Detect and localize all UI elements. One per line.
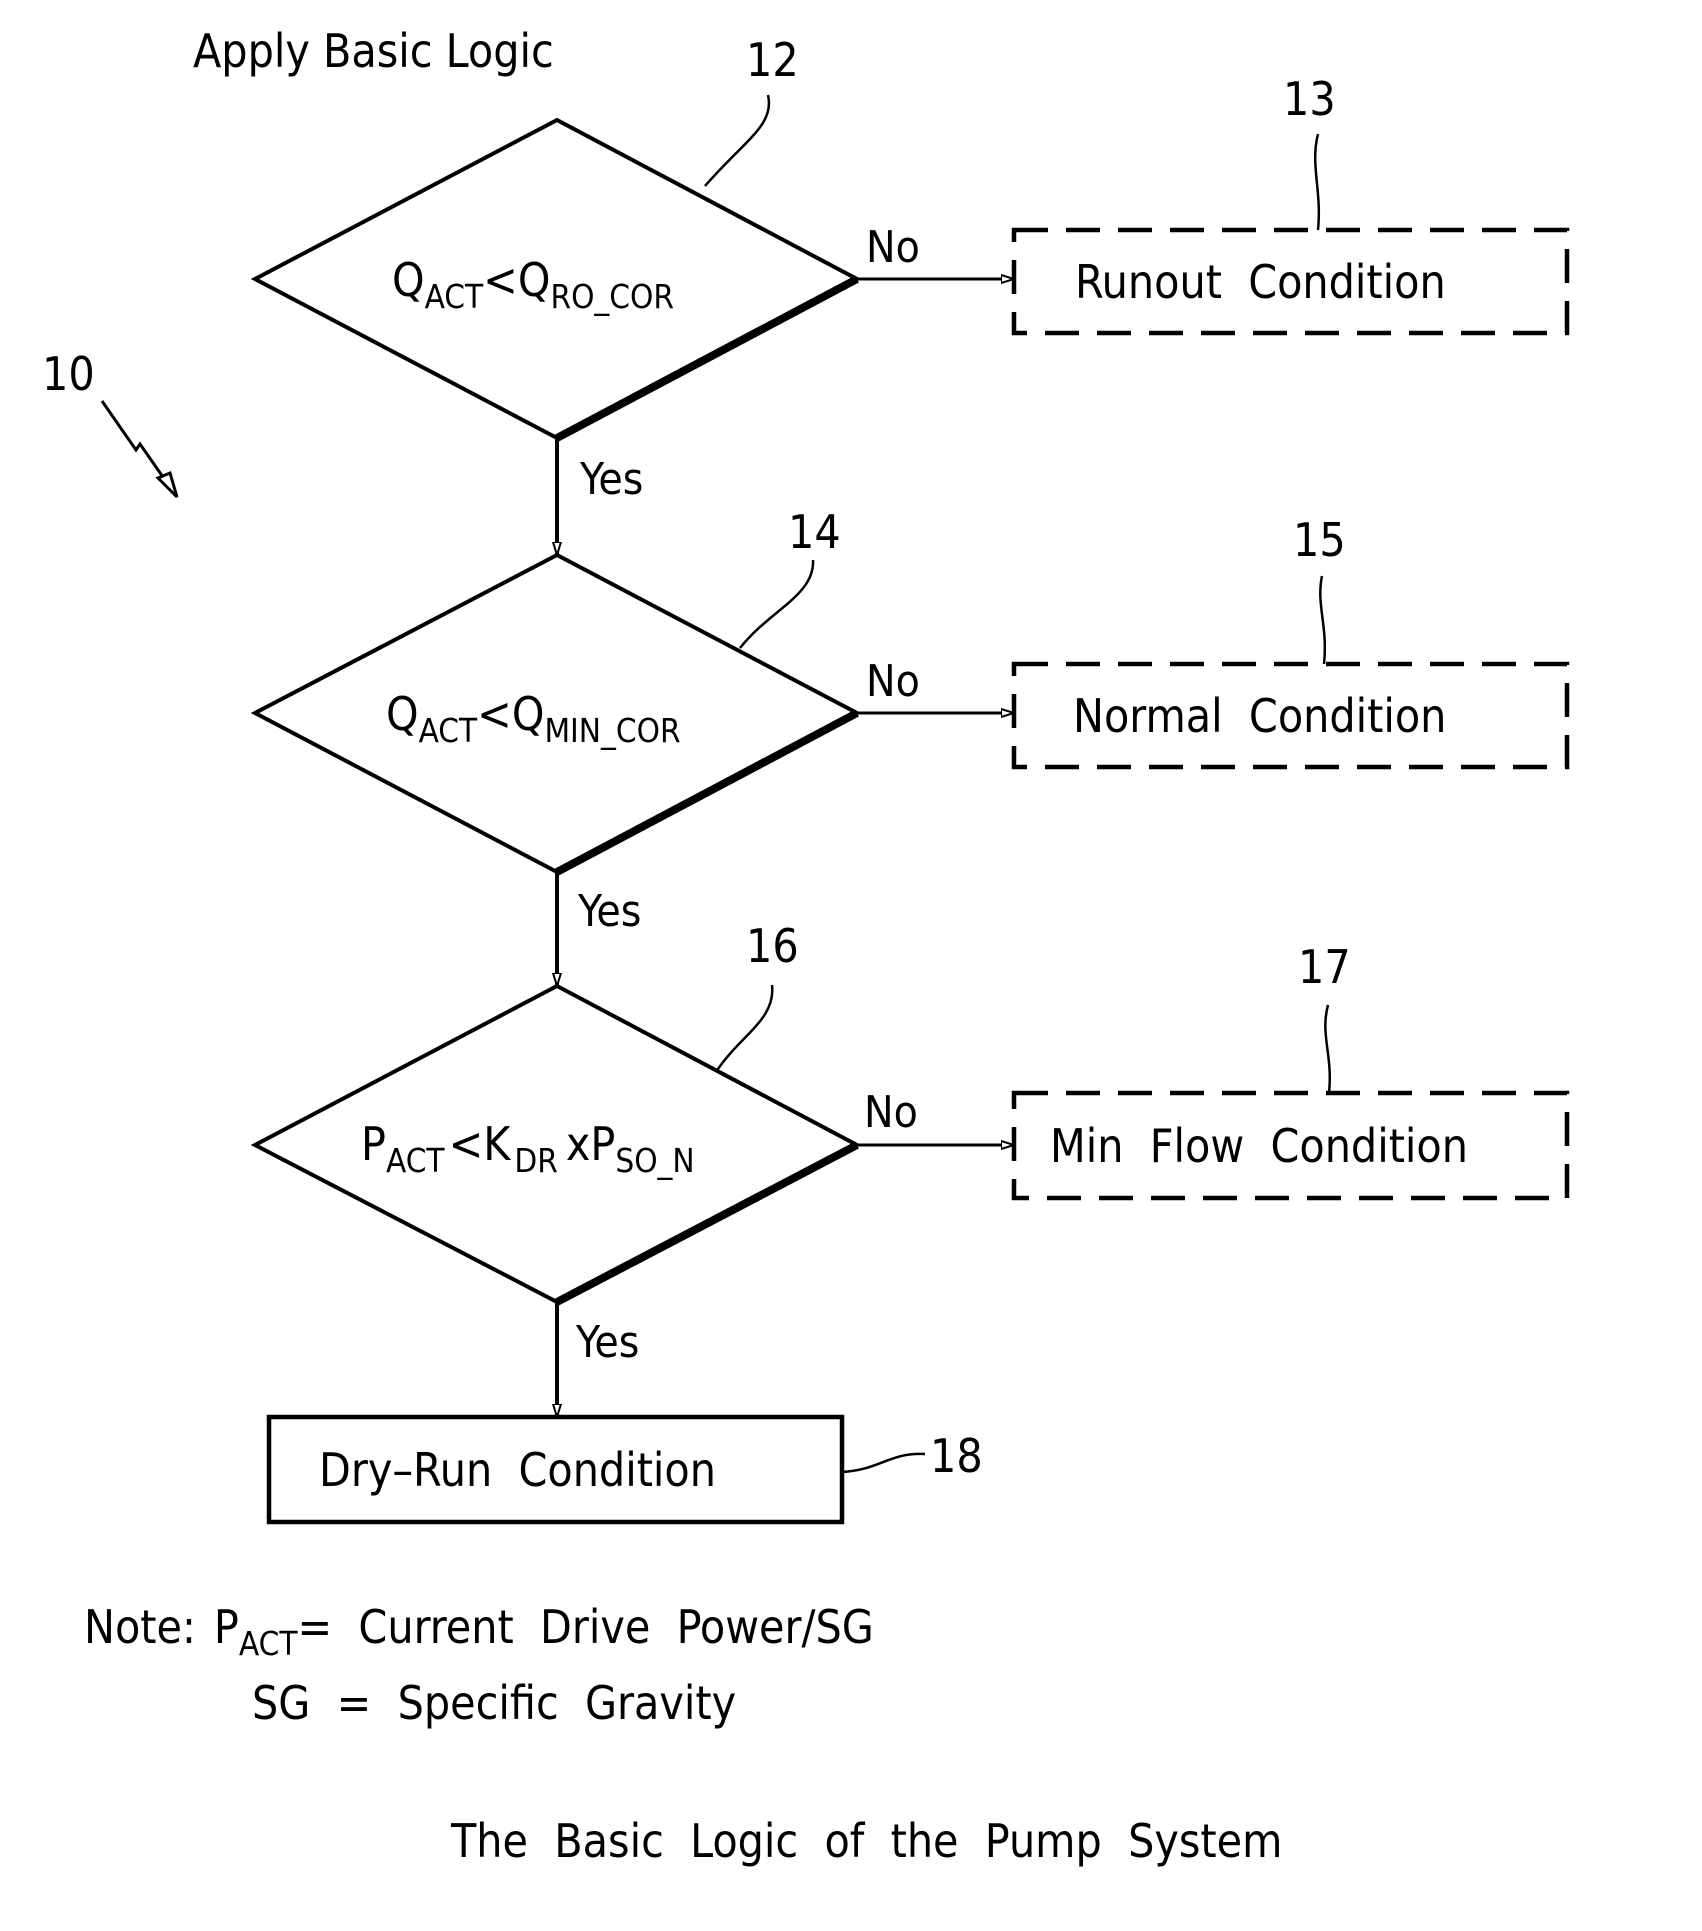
leader-line-12 bbox=[704, 94, 771, 187]
leader-line-18 bbox=[841, 1452, 926, 1474]
lightning-arrow-icon bbox=[100, 400, 179, 499]
outcome-label-18: Dry–Run Condition bbox=[319, 1443, 716, 1497]
decision-condition: QACT<QMIN_COR bbox=[386, 687, 681, 750]
ref-label-15: 15 bbox=[1293, 513, 1346, 567]
outcome-label-13: Runout Condition bbox=[1075, 255, 1446, 309]
flowchart: Apply Basic Logic 10 QACT<QRO_COR 12 No … bbox=[42, 24, 1570, 1868]
decision-condition: PACT<K DR xPSO_N bbox=[361, 1117, 695, 1180]
ref-label-10: 10 bbox=[42, 347, 95, 401]
ref-label-16: 16 bbox=[746, 919, 799, 973]
leader-line-14 bbox=[739, 559, 815, 649]
note-line-1: Note: PACT= Current Drive Power/SG bbox=[84, 1600, 874, 1663]
note-line-2: SG = Specific Gravity bbox=[252, 1676, 736, 1730]
no-label-12: No bbox=[866, 222, 920, 273]
title: Apply Basic Logic bbox=[193, 24, 554, 78]
leader-line-17 bbox=[1324, 1004, 1331, 1094]
ref-label-14: 14 bbox=[788, 505, 841, 559]
ref-label-17: 17 bbox=[1298, 940, 1351, 994]
decision-12: QACT<QRO_COR bbox=[250, 117, 862, 442]
figure-caption: The Basic Logic of the Pump System bbox=[450, 1814, 1282, 1868]
yes-label-14: Yes bbox=[577, 886, 641, 937]
decision-16: PACT<K DR xPSO_N bbox=[250, 983, 862, 1306]
ref-label-18: 18 bbox=[930, 1429, 983, 1483]
decision-condition: QACT<QRO_COR bbox=[392, 253, 674, 316]
no-label-16: No bbox=[864, 1087, 918, 1138]
outcome-label-15: Normal Condition bbox=[1073, 689, 1446, 743]
ref-label-13: 13 bbox=[1283, 72, 1336, 126]
leader-line-15 bbox=[1319, 575, 1327, 665]
leader-line-16 bbox=[714, 984, 774, 1073]
no-label-14: No bbox=[866, 656, 920, 707]
decision-14: QACT<QMIN_COR bbox=[250, 552, 862, 876]
ref-label-12: 12 bbox=[746, 33, 799, 87]
outcome-label-17: Min Flow Condition bbox=[1050, 1119, 1468, 1173]
yes-label-12: Yes bbox=[579, 454, 643, 505]
leader-line-13 bbox=[1313, 133, 1321, 231]
yes-label-16: Yes bbox=[575, 1317, 639, 1368]
